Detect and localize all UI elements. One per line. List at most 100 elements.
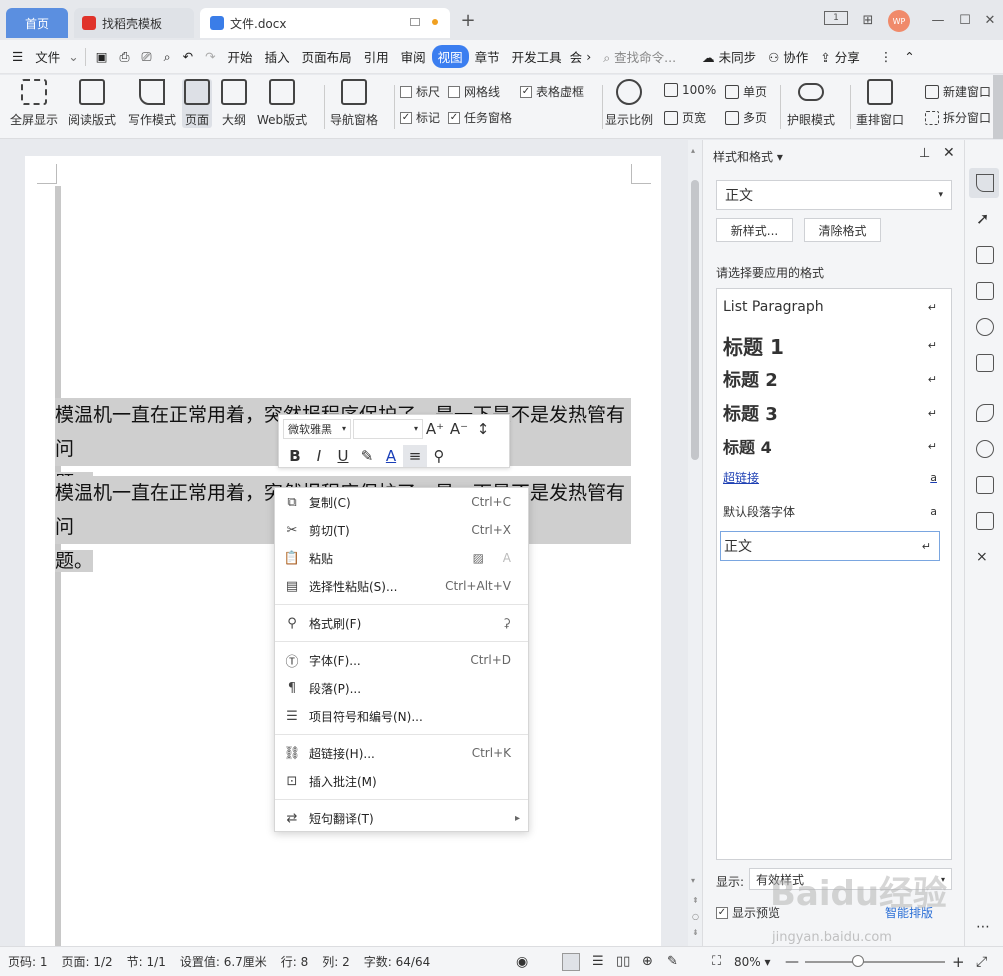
ctx-format-painter[interactable]: ⚲ 格式刷(F) ⚳	[275, 609, 528, 637]
export-pdf-icon[interactable]: ⎙	[114, 49, 136, 65]
zoom-100-button[interactable]: 100%	[664, 83, 716, 97]
gridline-checkbox[interactable]: 网格线	[448, 83, 500, 100]
chevron-down-icon[interactable]: ⌄	[66, 49, 80, 64]
menu-review[interactable]: 审阅	[395, 47, 432, 66]
page-view-button[interactable]: 页面	[182, 79, 212, 128]
ctx-insert-comment[interactable]: ⊡ 插入批注(M)	[275, 767, 528, 795]
sync-status[interactable]: ☁ 未同步	[696, 47, 762, 66]
zoom-out-icon[interactable]: —	[785, 954, 799, 970]
outline-button[interactable]: 大纲	[221, 79, 247, 128]
new-style-button[interactable]: 新样式...	[716, 218, 793, 242]
print-preview-icon[interactable]: ⌕	[158, 49, 177, 65]
table-frame-checkbox[interactable]: ✓ 表格虚框	[520, 83, 584, 100]
task-pane-checkbox[interactable]: ✓ 任务窗格	[448, 109, 512, 126]
ribbon-scroll[interactable]	[993, 75, 1003, 139]
redo-icon[interactable]: ↷	[199, 49, 221, 64]
zoom-level[interactable]: 80% ▾	[734, 955, 771, 969]
fit-page-icon[interactable]: ⛶	[712, 954, 721, 969]
mark-checkbox[interactable]: ✓ 标记	[400, 109, 440, 126]
menu-start[interactable]: 开始	[222, 47, 259, 66]
minimize-button[interactable]: —	[928, 10, 948, 30]
ctx-paste-special[interactable]: ▤ 选择性粘贴(S)... Ctrl+Alt+V	[275, 572, 528, 600]
highlight-icon[interactable]: ✎	[355, 445, 379, 467]
fullscreen-button[interactable]: 全屏显示	[10, 79, 58, 128]
close-window-button[interactable]: ✕	[980, 10, 1000, 30]
outline-view-icon[interactable]: ☰	[592, 954, 604, 969]
tab-document[interactable]: 文件.docx	[200, 8, 450, 38]
chevron-right-icon[interactable]: ›	[584, 49, 593, 64]
web-view-button[interactable]: Web版式	[257, 79, 307, 128]
panel-title[interactable]: 样式和格式 ▾	[713, 148, 783, 165]
menu-insert[interactable]: 插入	[259, 47, 296, 66]
reading-icon[interactable]	[976, 354, 994, 372]
collapse-ribbon-icon[interactable]: ⌃	[898, 49, 920, 64]
status-words[interactable]: 字数: 64/64	[364, 953, 430, 970]
window-count-icon[interactable]: 1	[824, 11, 848, 25]
ctx-font[interactable]: Ⓣ 字体(F)... Ctrl+D	[275, 646, 528, 674]
eye-care-button[interactable]: 护眼模式	[787, 79, 835, 128]
clear-list-icon[interactable]: ⨯	[976, 548, 994, 566]
new-tab-button[interactable]: +	[458, 10, 478, 31]
style-default-font[interactable]: 默认段落字体 a	[723, 503, 945, 520]
rearrange-window-button[interactable]: 重排窗口	[856, 79, 904, 128]
format-painter-pin-icon[interactable]: ⚳	[502, 616, 511, 630]
font-size-select[interactable]: ▾	[353, 418, 423, 439]
font-select[interactable]: 微软雅黑 ▾	[283, 418, 351, 439]
collaborate-button[interactable]: ⚇ 协作	[762, 47, 814, 66]
rocket-icon[interactable]	[976, 404, 994, 422]
web-view-icon[interactable]: ⊕	[642, 954, 653, 969]
zoom-in-icon[interactable]: +	[952, 953, 965, 971]
ctx-translate[interactable]: ⇄ 短句翻译(T) ▸	[275, 804, 528, 832]
style-heading-2[interactable]: 标题 2 ↵	[723, 366, 945, 392]
bold-icon[interactable]: B	[283, 445, 307, 467]
line-spacing-icon[interactable]: ↕	[471, 418, 495, 440]
select-browse-icon[interactable]: ○	[692, 912, 699, 921]
eye-icon[interactable]: ◉	[516, 954, 528, 970]
more-tools-icon[interactable]: ⋯	[976, 918, 994, 936]
zoom-slider[interactable]	[805, 961, 945, 963]
ctx-paste[interactable]: 📋 粘贴 ▨ A	[275, 544, 528, 572]
menu-layout[interactable]: 页面布局	[296, 47, 358, 66]
share-button[interactable]: ⇪ 分享	[814, 47, 865, 66]
ctx-cut[interactable]: ✂ 剪切(T) Ctrl+X	[275, 516, 528, 544]
page-width-button[interactable]: 页宽	[664, 109, 706, 126]
zoom-ratio-button[interactable]: 显示比例	[605, 79, 653, 128]
write-view-icon[interactable]: ✎	[667, 954, 678, 969]
status-pages[interactable]: 页面: 1/2	[62, 953, 113, 970]
status-page[interactable]: 页码: 1	[8, 953, 48, 970]
multi-page-button[interactable]: 多页	[725, 109, 767, 126]
image-icon[interactable]	[976, 282, 994, 300]
select-cursor-icon[interactable]: ➚	[976, 210, 994, 228]
tab-template[interactable]: 找稻壳模板	[74, 8, 194, 38]
ctx-bullets[interactable]: ☰ 项目符号和编号(N)...	[275, 702, 528, 730]
clear-format-button[interactable]: 清除格式	[804, 218, 881, 242]
print-icon[interactable]: ⎚	[136, 49, 158, 65]
style-list-paragraph[interactable]: List Paragraph ↵	[723, 299, 945, 315]
vertical-scrollbar[interactable]: ▴ ▾ ⇞ ○ ⇟	[688, 140, 702, 946]
paste-keep-format-icon[interactable]: ▨	[473, 551, 484, 565]
style-pen-icon[interactable]	[976, 174, 994, 192]
current-style-select[interactable]: 正文 ▾	[716, 180, 952, 210]
grid-apps-icon[interactable]: ⊞	[858, 10, 878, 30]
avatar[interactable]: WP	[888, 10, 910, 32]
monitor-icon[interactable]	[410, 18, 420, 26]
menu-member[interactable]: 会	[568, 47, 585, 66]
ctx-copy[interactable]: ⧉ 复制(C) Ctrl+C	[275, 488, 528, 516]
menu-developer[interactable]: 开发工具	[506, 47, 568, 66]
tab-home[interactable]: 首页	[6, 8, 68, 38]
style-heading-1[interactable]: 标题 1 ↵	[723, 331, 945, 360]
style-normal[interactable]: 正文 ↵	[720, 531, 940, 561]
page-view-icon[interactable]	[562, 952, 580, 971]
status-row[interactable]: 行: 8	[281, 953, 309, 970]
read-mode-button[interactable]: 阅读版式	[68, 79, 116, 128]
hamburger-icon[interactable]: ☰	[6, 49, 29, 64]
maximize-button[interactable]: ☐	[955, 10, 975, 30]
scroll-down-icon[interactable]: ▾	[691, 876, 695, 885]
scroll-thumb[interactable]	[691, 180, 699, 460]
menu-file[interactable]: 文件	[29, 47, 66, 66]
status-col[interactable]: 列: 2	[322, 953, 350, 970]
style-heading-4[interactable]: 标题 4 ↵	[723, 434, 945, 458]
style-hyperlink[interactable]: 超链接 a	[723, 469, 945, 486]
scroll-up-icon[interactable]: ▴	[691, 146, 695, 155]
single-page-button[interactable]: 单页	[725, 83, 767, 100]
